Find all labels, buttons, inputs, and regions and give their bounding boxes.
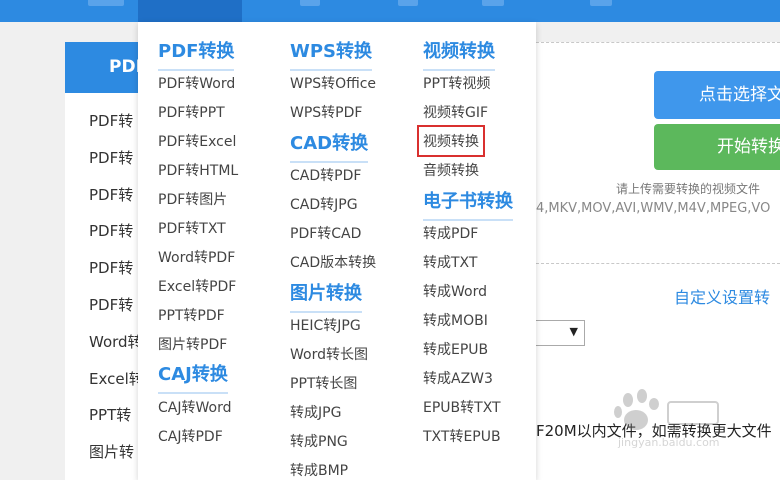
upload-hint: 请上传需要转换的视频文件 <box>616 182 761 196</box>
menu-item-video-convert-highlighted[interactable]: 视频转换 <box>417 125 485 157</box>
menu-heading-image: 图片转换 <box>290 279 362 313</box>
menu-heading-video: 视频转换 <box>423 37 495 71</box>
menu-heading-ebook: 电子书转换 <box>423 187 513 221</box>
menu-item[interactable]: PDF转HTML <box>158 160 238 180</box>
nav-tab-stub[interactable] <box>482 0 504 6</box>
menu-item[interactable]: 转成BMP <box>290 460 348 480</box>
menu-heading-caj: CAJ转换 <box>158 360 228 394</box>
menu-item[interactable]: CAJ转Word <box>158 397 231 417</box>
menu-item[interactable]: CAD版本转换 <box>290 252 376 272</box>
nav-tab-active[interactable] <box>138 0 242 22</box>
menu-item[interactable]: Word转长图 <box>290 344 368 364</box>
menu-item[interactable]: 转成MOBI <box>423 310 488 330</box>
menu-item[interactable]: PDF转TXT <box>158 218 226 238</box>
baidu-paw-logo <box>614 389 719 430</box>
upload-area: 点击选择文 开始转换 请上传需要转换的视频文件 4,MKV,MOV,AVI,WM… <box>536 42 780 264</box>
menu-item[interactable]: 音频转换 <box>423 160 479 180</box>
menu-item[interactable]: Word转PDF <box>158 247 235 267</box>
menu-item[interactable]: 图片转PDF <box>158 334 227 354</box>
nav-tab-stub[interactable] <box>300 0 320 6</box>
supported-formats: 4,MKV,MOV,AVI,WMV,M4V,MPEG,VO <box>536 201 771 216</box>
nav-tab-stub[interactable] <box>590 0 612 6</box>
menu-item[interactable]: Excel转PDF <box>158 276 236 296</box>
menu-item[interactable]: 转成TXT <box>423 252 477 272</box>
menu-item[interactable]: PDF转CAD <box>290 223 361 243</box>
menu-item[interactable]: 转成PNG <box>290 431 348 451</box>
menu-item[interactable]: EPUB转TXT <box>423 397 501 417</box>
menu-item[interactable]: 转成EPUB <box>423 339 488 359</box>
menu-item[interactable]: 转成Word <box>423 281 487 301</box>
menu-item[interactable]: 转成PDF <box>423 223 478 243</box>
menu-item[interactable]: TXT转EPUB <box>423 426 501 446</box>
menu-item[interactable]: PDF转Excel <box>158 131 236 151</box>
menu-item[interactable]: PDF转Word <box>158 73 235 93</box>
top-nav-bar <box>0 0 780 22</box>
menu-item[interactable]: WPS转Office <box>290 73 376 93</box>
menu-item[interactable]: PDF转PPT <box>158 102 225 122</box>
menu-item[interactable]: PPT转视频 <box>423 73 490 93</box>
menu-item[interactable]: HEIC转JPG <box>290 315 361 335</box>
menu-item[interactable]: CAD转PDF <box>290 165 361 185</box>
nav-tab-stub[interactable] <box>88 0 124 6</box>
custom-settings-link[interactable]: 自定义设置转 <box>674 284 770 308</box>
menu-heading-wps: WPS转换 <box>290 37 373 71</box>
menu-item[interactable]: PDF转图片 <box>158 189 227 209</box>
watermark-text: jingyan.baidu.com <box>618 436 720 449</box>
start-convert-button[interactable]: 开始转换 <box>654 124 780 170</box>
format-select[interactable]: ▼ <box>536 320 585 346</box>
nav-tab-stub[interactable] <box>398 0 418 6</box>
menu-item[interactable]: 视频转GIF <box>423 102 488 122</box>
menu-item[interactable]: 转成AZW3 <box>423 368 493 388</box>
menu-item[interactable]: PPT转长图 <box>290 373 357 393</box>
chevron-down-icon: ▼ <box>569 325 578 338</box>
watermark: jingyan.baidu.com <box>606 388 726 458</box>
menu-heading-cad: CAD转换 <box>290 129 369 163</box>
menu-item[interactable]: CAD转JPG <box>290 194 358 214</box>
menu-heading-pdf: PDF转换 <box>158 37 235 71</box>
menu-item[interactable]: PPT转PDF <box>158 305 225 325</box>
conversion-dropdown-menu: PDF转换 PDF转Word PDF转PPT PDF转Excel PDF转HTM… <box>138 22 536 480</box>
menu-item[interactable]: 转成JPG <box>290 402 341 422</box>
menu-item[interactable]: WPS转PDF <box>290 102 362 122</box>
select-file-button[interactable]: 点击选择文 <box>654 71 780 119</box>
menu-item[interactable]: CAJ转PDF <box>158 426 223 446</box>
